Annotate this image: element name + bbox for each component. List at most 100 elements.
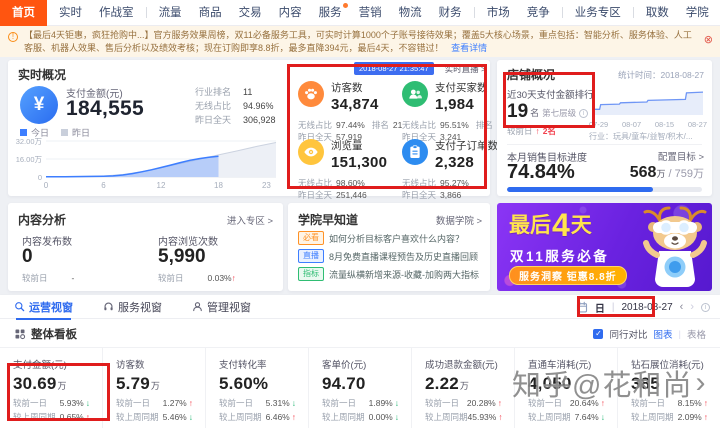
next-date-arrow[interactable]: › <box>690 301 694 313</box>
content-analysis-card: 内容分析 进入专区 > 内容发布数 0 较前日 - 内容浏览次数 5,990 较… <box>8 203 283 291</box>
alert-icon <box>8 32 18 42</box>
person-icon <box>193 302 202 312</box>
nav-item-academy[interactable]: 学院 <box>681 0 714 26</box>
kpi-value: 5.60% <box>219 374 269 393</box>
banner-headline: 最后 4 天 <box>509 209 592 241</box>
divider <box>507 144 702 145</box>
tag-must-read: 必看 <box>298 231 324 245</box>
trend-arrow: ↓ <box>394 412 399 422</box>
payment-amount-value: 184,555 <box>66 97 145 120</box>
date-granularity[interactable]: 日 <box>595 300 605 315</box>
stat-label: 行业排名 <box>195 87 232 97</box>
info-icon[interactable] <box>701 302 710 312</box>
banner-subtitle: 双11服务必备 <box>510 249 610 264</box>
academy-item-text: 8月免费直播课程预告及历史直播回顾 <box>329 251 479 262</box>
realtime-area-chart: 0 6 12 18 23 32.00万 16.00万 0 <box>10 136 288 192</box>
stat-label: 昨日全天 <box>195 115 232 125</box>
data-academy-link[interactable]: 数据学院 > <box>436 213 482 227</box>
tab-operation-view[interactable]: 运营视窗 <box>14 295 73 320</box>
board-title: 整体看板 <box>31 329 77 341</box>
tab-management-view[interactable]: 管理视窗 <box>192 295 251 319</box>
tile-value: 151,300 <box>331 154 388 171</box>
academy-item[interactable]: 直播 8月免费直播课程预告及历史直播回顾 <box>298 249 478 263</box>
nav-divider <box>561 7 563 18</box>
nav-item-business-zone[interactable]: 业务专区 <box>570 0 626 26</box>
nav-item-finance[interactable]: 财务 <box>434 0 467 26</box>
banner-discount-pill: 服务洞察 钜惠8.8折 <box>509 266 627 285</box>
orders-icon <box>402 139 428 165</box>
nav-item-marketing[interactable]: 营销 <box>354 0 387 26</box>
notice-detail-link[interactable]: 查看详情 <box>451 43 487 53</box>
calendar-icon[interactable] <box>576 301 588 313</box>
rank-value: 19 <box>507 101 529 122</box>
wireless-value: 98.60% <box>336 178 365 188</box>
chart-view-toggle[interactable]: 图表 <box>654 327 673 341</box>
config-target-link[interactable]: 配置目标 > <box>658 149 704 163</box>
board-title-group: 整体看板 <box>14 326 77 342</box>
vs-label: 较前一日 <box>219 398 254 408</box>
vs-value: 2.09% <box>677 412 702 422</box>
vs-value: 0.00% <box>368 412 393 422</box>
date-value[interactable]: 2018-08-27 <box>622 302 673 313</box>
stat-value: 306,928 <box>243 115 276 125</box>
stat-yesterday-total: 昨日全天 306,928 <box>195 115 276 126</box>
kpi-label: 支付金额(元) <box>13 360 67 371</box>
vs-value: - <box>71 273 75 283</box>
table-view-toggle[interactable]: 表格 <box>687 327 706 341</box>
nav-item-logistics[interactable]: 物流 <box>394 0 427 26</box>
tick: 08-27 <box>687 120 707 129</box>
trend-arrow: ↓ <box>394 398 399 408</box>
view-tabs: 运营视窗 服务视窗 管理视窗 日 | 2018-08-27 ‹ › <box>0 295 720 320</box>
double11-promo-banner[interactable]: 最后 4 天 双11服务必备 服务洞察 钜惠8.8折 <box>497 203 712 291</box>
nav-item-home[interactable]: 首页 <box>0 0 47 26</box>
svg-text:6: 6 <box>101 181 106 190</box>
peer-compare-checkbox[interactable] <box>593 329 604 339</box>
nav-item-data-fetch[interactable]: 取数 <box>641 0 674 26</box>
nav-item-realtime[interactable]: 实时 <box>54 0 87 26</box>
kpi-visitors: 访客数 5.79万 较前一日 1.27% ↑ 较上周同期 5.46% ↓ <box>102 348 205 428</box>
nav-item-content[interactable]: 内容 <box>274 0 307 26</box>
nav-item-warroom[interactable]: 作战室 <box>94 0 139 26</box>
nav-divider <box>145 7 147 18</box>
enter-zone-link[interactable]: 进入专区 > <box>227 213 273 227</box>
academy-item[interactable]: 必看 如何分析目标客户喜欢什么内容？ <box>298 231 464 245</box>
yesterday-label: 昨日全天 <box>402 190 437 200</box>
shop-overview-card: 店铺概况 统计时间：2018-08-27 近30天支付金额排行 19 名 第七层… <box>497 60 712 196</box>
zhihu-watermark: 知乎@花和尚 › <box>512 362 706 404</box>
close-icon[interactable] <box>704 35 713 46</box>
notification-dot-icon <box>342 2 348 8</box>
nav-item-traffic[interactable]: 流量 <box>154 0 187 26</box>
nav-item-market[interactable]: 市场 <box>482 0 515 26</box>
achieved-value: 568 <box>629 164 657 181</box>
separator: | <box>611 301 615 313</box>
nav-item-products[interactable]: 商品 <box>194 0 227 26</box>
trend-arrow: ↑ <box>291 412 296 422</box>
refresh-time-badge: 2018-08-27 21:35:47 <box>354 62 434 75</box>
buyers-icon <box>402 81 428 107</box>
rank-label: 近30天支付金额排行 <box>507 90 594 101</box>
vs-value: 1.27% <box>162 398 187 408</box>
academy-item[interactable]: 指标 流量纵横新增来源-收藏-加购两大指标 <box>298 267 479 281</box>
nav-item-competition[interactable]: 竞争 <box>522 0 555 26</box>
info-icon[interactable] <box>579 109 589 118</box>
vs-value: 0.03% <box>207 273 232 283</box>
nav-item-service[interactable]: 服务 <box>314 0 348 26</box>
academy-item-text: 如何分析目标客户喜欢什么内容？ <box>329 233 465 244</box>
legend-yesterday-swatch <box>61 129 69 136</box>
svg-text:12: 12 <box>157 181 166 190</box>
banner-headline-part: 天 <box>570 214 592 237</box>
board-header: 整体看板 同行对比 图表 | 表格 <box>0 321 720 347</box>
watermark-text: 知乎@花和尚 <box>512 370 693 402</box>
nav-item-trade[interactable]: 交易 <box>234 0 267 26</box>
vs-value: 5.46% <box>162 412 187 422</box>
tile-label: 浏览量 <box>331 140 363 152</box>
content-publish-value: 0 <box>22 246 33 267</box>
deer-mascot <box>643 206 707 287</box>
tile-label: 支付子订单数 <box>435 140 498 152</box>
vs-value: 0.65% <box>59 412 84 422</box>
tab-label: 运营视窗 <box>29 301 73 314</box>
prev-date-arrow[interactable]: ‹ <box>680 301 684 313</box>
live-broadcast-link[interactable]: 实时直播 > <box>445 63 486 75</box>
kpi-value: 5.79 <box>116 374 150 393</box>
tab-service-view[interactable]: 服务视窗 <box>103 295 162 319</box>
